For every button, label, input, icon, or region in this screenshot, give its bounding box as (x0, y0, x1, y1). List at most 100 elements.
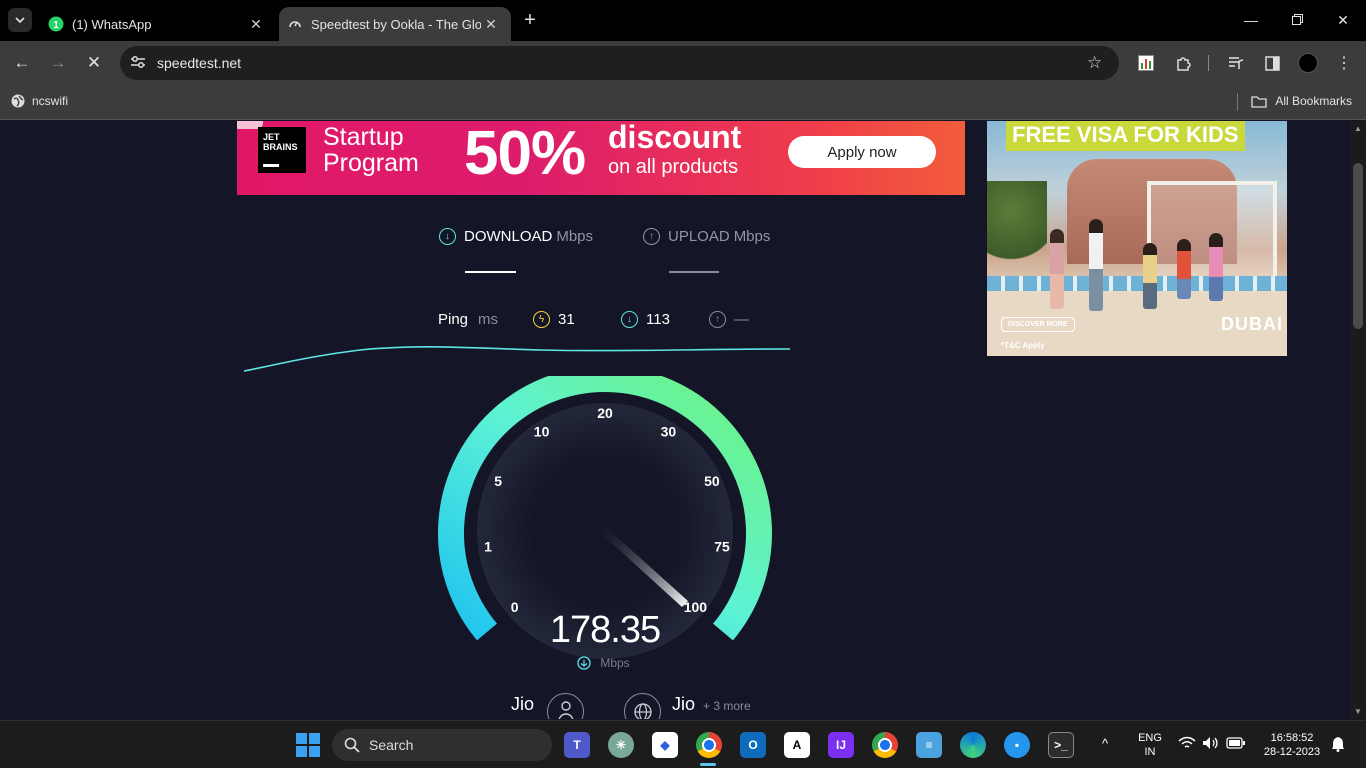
outlook-icon[interactable]: O (740, 732, 766, 758)
close-window-button[interactable]: ✕ (1333, 10, 1353, 30)
gauge-tick-label: 20 (597, 405, 613, 421)
gauge-tick-label: 1 (484, 538, 492, 554)
close-tab-icon[interactable]: ✕ (246, 16, 266, 33)
discover-more-button[interactable]: DISCOVER MORE (1001, 317, 1075, 332)
scrollbar-thumb[interactable] (1353, 163, 1363, 329)
volume-icon[interactable] (1202, 736, 1220, 754)
terms-text: *T&C Apply (1001, 341, 1045, 350)
person-figure (1143, 243, 1157, 309)
clock[interactable]: 16:58:52 28-12-2023 (1256, 731, 1328, 759)
palm-tree-illustration (987, 181, 1047, 281)
scroll-up-arrow[interactable]: ▲ (1353, 124, 1363, 133)
stop-loading-button[interactable]: ✕ (84, 53, 104, 73)
tab-speedtest[interactable]: Speedtest by Ookla - The Global Broadban… (279, 7, 511, 41)
search-icon (344, 737, 360, 753)
gauge-tick-label: 10 (534, 424, 550, 440)
current-speed: 178.35 (550, 609, 660, 651)
language-indicator[interactable]: ENG IN (1134, 731, 1166, 759)
show-hidden-icons-chevron[interactable]: ^ (1102, 737, 1108, 751)
address-bar[interactable]: speedtest.net ☆ (120, 46, 1119, 80)
ping-unit: ms (478, 311, 499, 328)
ping-idle: ϟ 31 (533, 311, 575, 328)
gauge-tick-label: 0 (511, 599, 519, 615)
download-header: ↓ DOWNLOAD Mbps (439, 228, 593, 245)
apply-now-button[interactable]: Apply now (788, 136, 936, 168)
active-app-indicator (700, 763, 716, 766)
ad-line1: Startup (323, 123, 404, 151)
clock-date: 28-12-2023 (1263, 746, 1321, 758)
server-name[interactable]: Jio (672, 694, 695, 715)
person-figure (1089, 219, 1103, 311)
windows-start-icon[interactable] (295, 732, 321, 758)
ping-label-group: Ping ms (438, 311, 498, 328)
battery-icon[interactable] (1226, 736, 1246, 754)
server-more-link[interactable]: + 3 more (703, 699, 751, 713)
minimize-button[interactable]: — (1241, 10, 1261, 30)
bookmark-ncswifi[interactable]: ncswifi (11, 94, 68, 108)
speedtest-icon (287, 16, 303, 32)
toolbar-divider (1208, 55, 1209, 71)
teams-icon[interactable]: T (564, 732, 590, 758)
chrome-menu-icon[interactable]: ⋮ (1334, 53, 1354, 73)
docker-icon[interactable]: ▪ (1004, 732, 1030, 758)
gauge-tick-label: 50 (704, 473, 720, 489)
tab-search-button[interactable] (8, 8, 32, 32)
jetbrains-ad-banner[interactable]: JET BRAINS Startup Program 50% discount … (237, 121, 965, 195)
chrome-alt-icon[interactable] (872, 732, 898, 758)
bookmark-star-icon[interactable]: ☆ (1087, 53, 1105, 73)
restore-button[interactable] (1287, 10, 1307, 30)
bookmarks-bar: ncswifi All Bookmarks (0, 85, 1366, 120)
back-button[interactable]: ← (12, 53, 32, 73)
ad-startup-text: Startup Program (323, 124, 419, 176)
side-panel-icon[interactable] (1262, 53, 1282, 73)
tab-title: (1) WhatsApp (72, 16, 152, 32)
language-bottom: IN (1144, 746, 1156, 758)
notepad-icon[interactable]: ≡ (916, 732, 942, 758)
notion-icon[interactable]: A (784, 732, 810, 758)
new-tab-button[interactable]: + (519, 9, 541, 31)
forward-button[interactable]: → (48, 53, 68, 73)
terminal-icon[interactable]: >_ (1048, 732, 1074, 758)
page-scrollbar[interactable]: ▲ ▼ (1350, 121, 1366, 719)
site-settings-icon[interactable] (130, 55, 148, 72)
all-bookmarks-button[interactable]: All Bookmarks (1251, 94, 1352, 108)
chevron-down-icon (15, 17, 25, 24)
bookmark-label: ncswifi (32, 94, 69, 108)
svg-text:1: 1 (53, 20, 59, 31)
ping-label: Ping (438, 311, 469, 328)
signal-icon[interactable]: ◆ (652, 732, 678, 758)
dubai-ad-banner[interactable]: FREE VISA FOR KIDS DISCOVER MORE *T&C Ap… (987, 121, 1287, 356)
media-controls-icon[interactable] (1226, 53, 1246, 73)
tab-whatsapp[interactable]: 1 (1) WhatsApp ✕ (40, 7, 272, 41)
windows-taskbar: Search T ✳ ◆ O A IJ ≡ ▪ >_ ^ ENG IN 16:5… (0, 720, 1366, 768)
extension-chart-icon[interactable] (1136, 53, 1156, 73)
notification-bell-icon[interactable] (1331, 736, 1345, 756)
jetbrains-logo-text: JET BRAINS (263, 132, 298, 152)
user-icon (547, 693, 584, 719)
ping-download: ↓ 113 (621, 311, 670, 328)
gauge-tick-label: 30 (661, 424, 677, 440)
chatgpt-icon[interactable]: ✳ (608, 732, 634, 758)
intellij-icon[interactable]: IJ (828, 732, 854, 758)
url-text[interactable]: speedtest.net (157, 55, 1087, 71)
edge-icon[interactable] (960, 732, 986, 758)
taskbar-search[interactable]: Search (332, 729, 552, 761)
speedtest-page: JET BRAINS Startup Program 50% discount … (0, 121, 1350, 719)
ping-lightning-icon: ϟ (533, 311, 550, 328)
ad-subtext: on all products (608, 156, 739, 178)
chrome-icon[interactable] (696, 732, 722, 758)
close-tab-icon[interactable]: ✕ (481, 16, 501, 33)
scroll-down-arrow[interactable]: ▼ (1353, 707, 1363, 716)
download-arrow-icon: ↓ (621, 311, 638, 328)
wifi-icon[interactable] (1178, 736, 1196, 754)
dubai-logo: DUBAI (1221, 314, 1283, 334)
isp-name: Jio (511, 694, 535, 714)
all-bookmarks-label: All Bookmarks (1275, 94, 1352, 108)
upload-label: UPLOAD (668, 228, 730, 245)
extensions-puzzle-icon[interactable] (1173, 53, 1193, 73)
ping-upload-value: — (734, 311, 749, 328)
ad-percent: 50% (464, 121, 586, 188)
jetbrains-logo: JET BRAINS (258, 127, 306, 173)
whatsapp-icon: 1 (48, 16, 64, 32)
profile-avatar[interactable] (1298, 53, 1318, 73)
